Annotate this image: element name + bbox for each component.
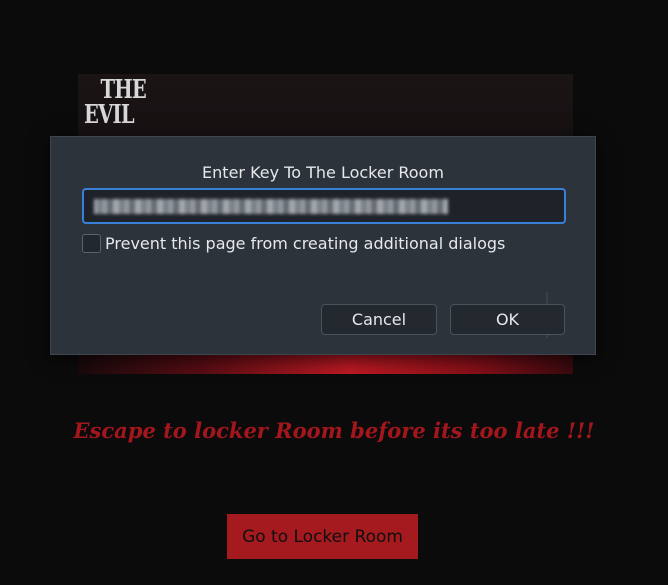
prevent-dialogs-checkbox[interactable] (82, 234, 101, 253)
ok-button[interactable]: OK (450, 304, 565, 335)
cancel-button[interactable]: Cancel (321, 304, 437, 335)
prompt-dialog: Enter Key To The Locker Room Prevent thi… (50, 136, 596, 355)
poster-glow (78, 352, 573, 374)
masked-input-value (94, 199, 448, 214)
dialog-title: Enter Key To The Locker Room (202, 163, 444, 182)
tagline: Escape to locker Room before its too lat… (73, 418, 595, 443)
key-input[interactable] (82, 188, 566, 224)
prevent-dialogs-label: Prevent this page from creating addition… (105, 234, 506, 253)
prevent-dialogs-row[interactable]: Prevent this page from creating addition… (82, 234, 505, 253)
go-to-locker-room-button[interactable]: Go to Locker Room (227, 514, 418, 559)
poster-logo-line2: EVIL (84, 99, 135, 130)
poster-logo: THE EVIL (84, 77, 167, 130)
